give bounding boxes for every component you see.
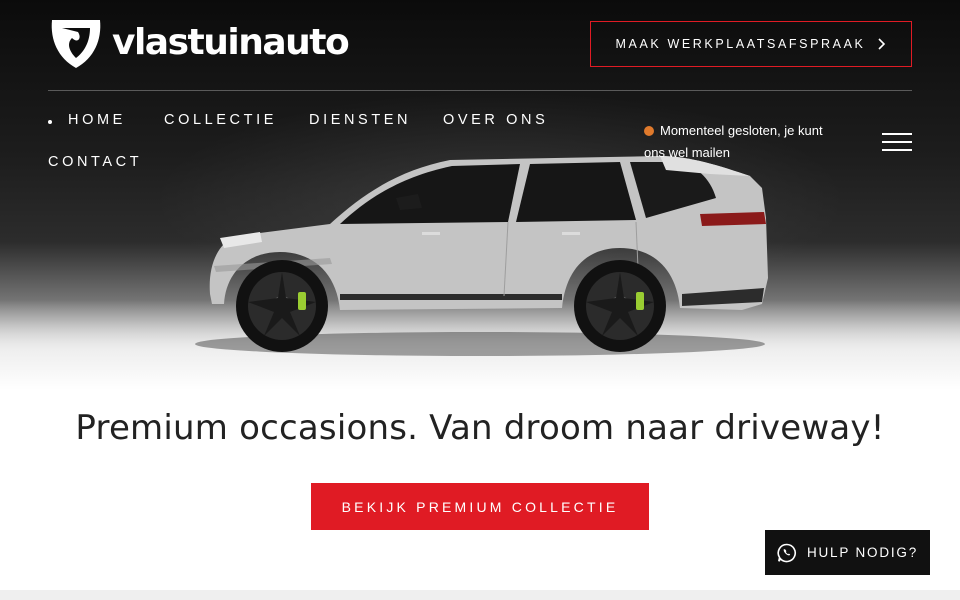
opening-status-text: Momenteel gesloten, je kunt ons wel mail… bbox=[644, 123, 823, 160]
hamburger-menu-icon[interactable] bbox=[882, 133, 912, 151]
whatsapp-icon bbox=[777, 543, 796, 562]
chevron-right-icon bbox=[878, 38, 886, 50]
grey-suv-car-image bbox=[195, 156, 768, 356]
nav-item-diensten[interactable]: DIENSTEN bbox=[309, 112, 411, 128]
opening-status: Momenteel gesloten, je kunt ons wel mail… bbox=[644, 120, 844, 164]
nav-item-collectie[interactable]: COLLECTIE bbox=[164, 112, 277, 128]
header-divider bbox=[48, 90, 912, 91]
active-nav-dot bbox=[48, 120, 52, 124]
view-premium-collection-label: BEKIJK PREMIUM COLLECTIE bbox=[341, 498, 619, 515]
hero-headline: Premium occasions. Van droom naar drivew… bbox=[75, 408, 885, 448]
nav-item-contact[interactable]: CONTACT bbox=[48, 154, 142, 170]
nav-item-home[interactable]: HOME bbox=[68, 112, 126, 128]
workshop-appointment-button[interactable]: MAAK WERKPLAATSAFSPRAAK bbox=[590, 21, 912, 67]
workshop-appointment-label: MAAK WERKPLAATSAFSPRAAK bbox=[615, 37, 866, 51]
status-dot-icon bbox=[644, 126, 654, 136]
nav-item-over-ons[interactable]: OVER ONS bbox=[443, 112, 548, 128]
next-section-edge bbox=[0, 590, 960, 600]
help-chat-button[interactable]: HULP NODIG? bbox=[765, 530, 930, 575]
brand-logo[interactable]: vlastuinauto bbox=[48, 16, 350, 70]
brand-name: vlastuinauto bbox=[112, 22, 350, 63]
view-premium-collection-button[interactable]: BEKIJK PREMIUM COLLECTIE bbox=[311, 483, 649, 530]
help-label: HULP NODIG? bbox=[806, 545, 919, 560]
shield-logo-icon bbox=[51, 20, 101, 68]
